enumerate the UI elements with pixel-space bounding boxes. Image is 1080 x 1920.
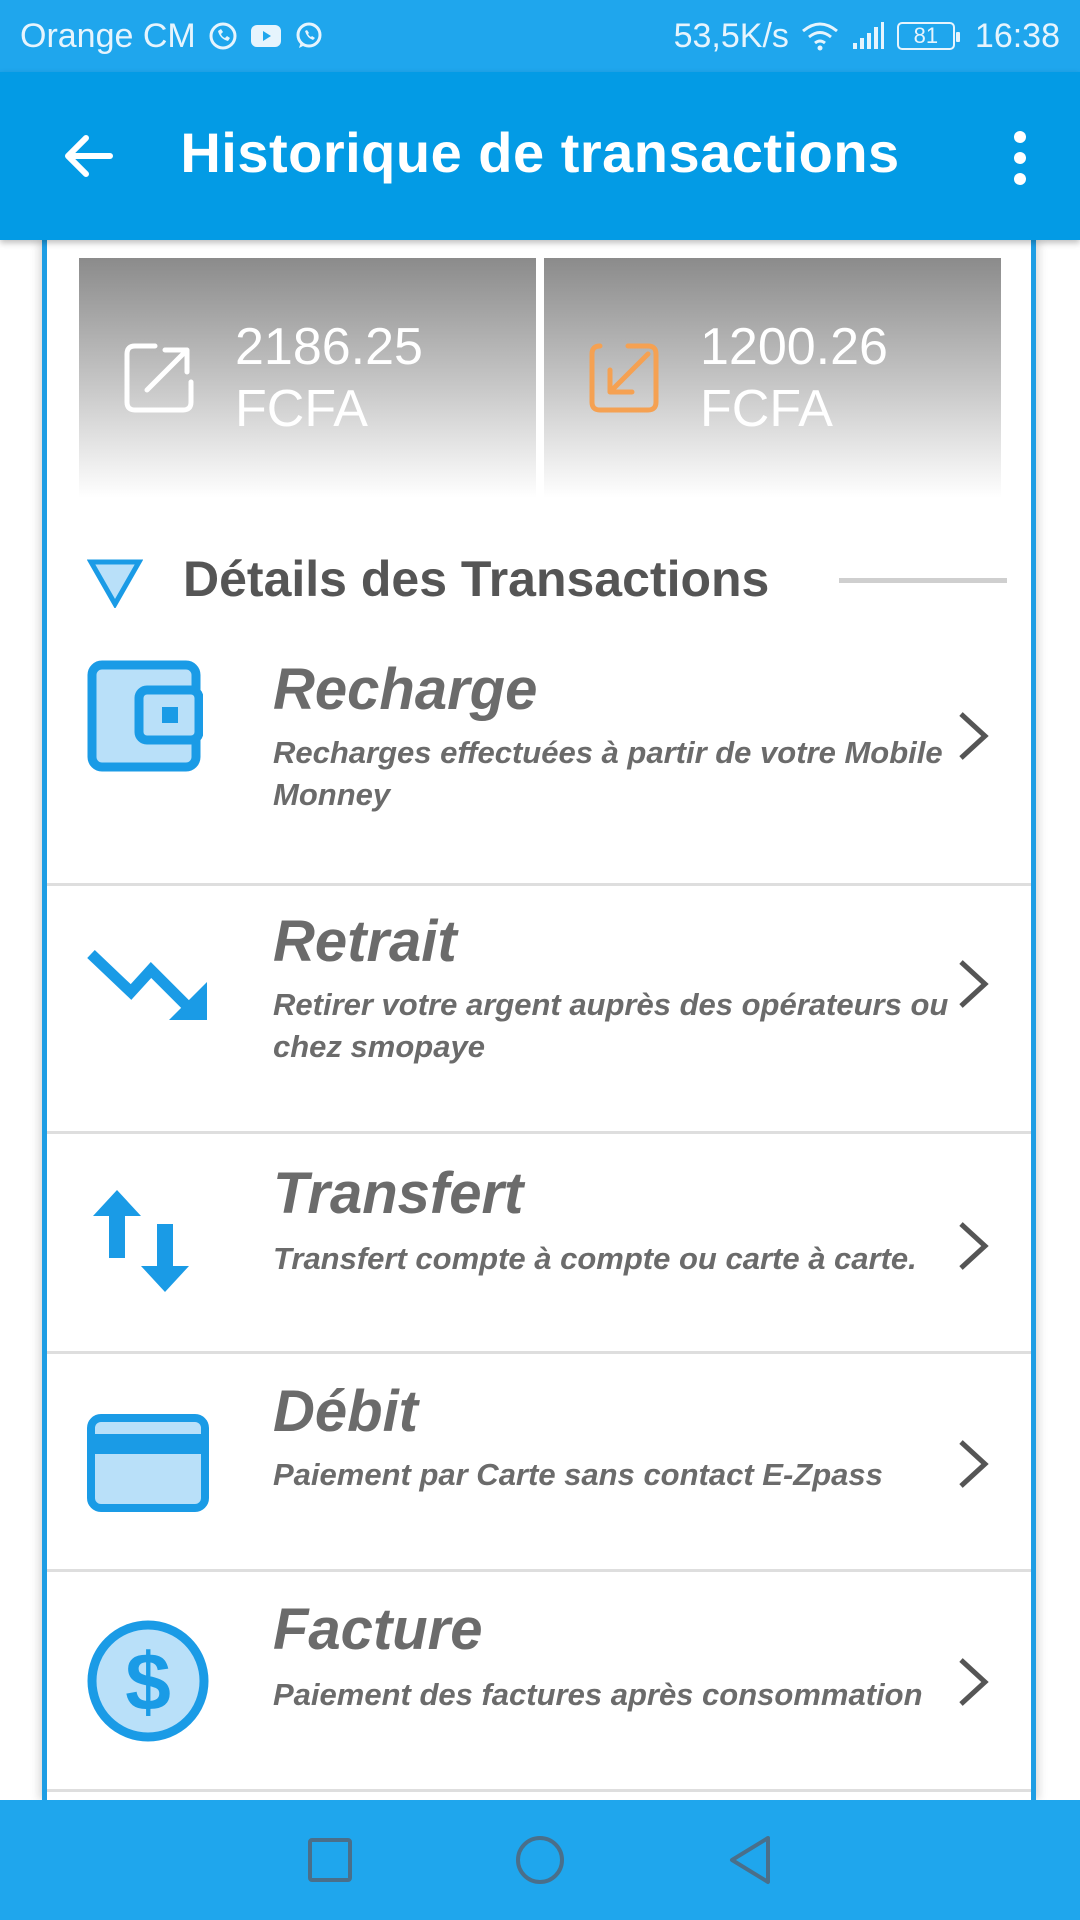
youtube-icon [250,23,282,49]
row-title: Facture [273,1597,483,1662]
row-description: Recharges effectuées à partir de votre M… [273,735,943,812]
dollar-circle-icon: $ [87,1620,209,1742]
battery-icon: 81 [896,22,960,50]
more-options-button[interactable] [990,120,1050,196]
row-title: Retrait [273,909,457,974]
outgoing-total[interactable]: 2186.25 FCFA [79,258,536,498]
list-item-facture[interactable]: $ Facture Paiement des factures après co… [47,1572,1031,1792]
chevron-right-icon [959,1440,989,1488]
outgoing-arrow-icon [124,343,194,413]
chevron-right-icon [959,1658,989,1706]
section-divider [839,578,1007,583]
chevron-right-icon [959,1222,989,1270]
more-vert-icon [1014,131,1026,143]
wallet-icon [87,660,203,772]
triangle-down-icon [87,559,143,608]
balance-summary: 2186.25 FCFA 1200.26 FCFA [79,258,1001,498]
wifi-icon [801,21,839,51]
row-title: Recharge [273,657,538,722]
chevron-right-icon [959,712,989,760]
recent-apps-icon[interactable] [306,1836,354,1884]
list-item-recharge[interactable]: Recharge Recharges effectuées à partir d… [47,638,1031,886]
row-title: Transfert [273,1161,524,1226]
row-description: Retirer votre argent auprès des opérateu… [273,987,949,1064]
trending-down-icon [87,950,207,1020]
incoming-amount: 1200.26 [700,318,888,376]
list-item-retrait[interactable]: Retrait Retirer votre argent auprès des … [47,886,1031,1134]
back-icon[interactable] [726,1834,774,1886]
section-header: Détails des Transactions [87,540,1007,620]
row-description: Paiement par Carte sans contact E-Zpass [273,1457,883,1492]
incoming-arrow-icon [589,343,659,413]
outgoing-currency: FCFA [235,380,368,438]
row-title: Débit [273,1379,418,1444]
network-speed: 53,5K/s [673,16,789,55]
signal-icon [851,21,885,51]
transaction-list: Recharge Recharges effectuées à partir d… [47,638,1031,1792]
page-title: Historique de transactions [180,121,900,184]
carrier-name: Orange CM [20,16,196,55]
row-description: Transfert compte à compte ou carte à car… [273,1241,917,1276]
clock: 16:38 [974,16,1060,55]
row-description: Paiement des factures après consommation [273,1677,923,1712]
home-icon[interactable] [514,1834,566,1886]
outgoing-amount: 2186.25 [235,318,423,376]
whatsapp-call-icon [208,21,238,51]
status-bar: Orange CM 53,5K/s 81 16:38 [0,0,1080,72]
credit-card-icon [87,1414,209,1512]
whatsapp-icon [294,21,324,51]
list-item-debit[interactable]: Débit Paiement par Carte sans contact E-… [47,1354,1031,1572]
transactions-card: 2186.25 FCFA 1200.26 FCFA Détails des Tr… [42,240,1036,1800]
chevron-right-icon [959,960,989,1008]
incoming-total[interactable]: 1200.26 FCFA [544,258,1001,498]
incoming-currency: FCFA [700,380,833,438]
app-bar: Historique de transactions [0,72,1080,240]
system-nav-bar [0,1800,1080,1920]
battery-level: 81 [913,23,939,48]
svg-text:$: $ [125,1637,171,1728]
section-title: Détails des Transactions [183,551,770,607]
list-item-transfert[interactable]: Transfert Transfert compte à compte ou c… [47,1134,1031,1354]
swap-vertical-icon [93,1190,189,1292]
